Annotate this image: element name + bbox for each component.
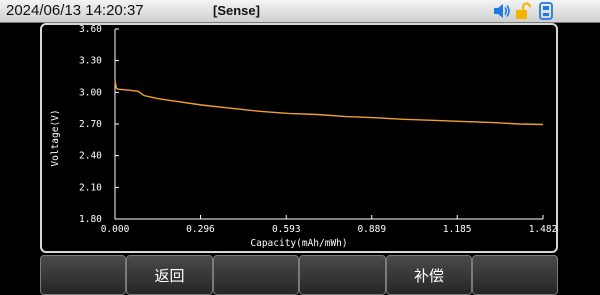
speaker-icon[interactable] — [492, 2, 510, 25]
unlock-icon[interactable] — [515, 2, 532, 25]
usb-icon[interactable] — [538, 2, 554, 25]
y-tick-label: 3.30 — [79, 56, 102, 67]
status-bar: 2024/06/13 14:20:37 [Sense] — [0, 0, 600, 23]
y-tick-label: 1.80 — [79, 214, 102, 225]
x-tick-label: 1.482 — [529, 224, 556, 235]
voltage-capacity-chart: 1.80 2.10 2.40 2.70 3.00 3.30 3.60 0.000 0.296 0.… — [50, 25, 556, 249]
return-button[interactable]: 返回 — [126, 255, 213, 295]
x-tick-label: 1.185 — [443, 224, 472, 235]
datetime-label: 2024/06/13 14:20:37 — [6, 2, 144, 19]
y-tick-label: 2.40 — [79, 151, 102, 162]
x-axis-label: Capacity(mAh/mWh) — [250, 238, 347, 249]
x-tick-label: 0.889 — [357, 224, 386, 235]
voltage-curve — [114, 80, 544, 126]
softkey-3[interactable] — [213, 255, 299, 295]
softkey-6[interactable] — [472, 255, 558, 295]
plot-panel: 1.80 2.10 2.40 2.70 3.00 3.30 3.60 0.000 0.296 0.… — [40, 23, 558, 253]
softkey-4[interactable] — [299, 255, 386, 295]
y-tick-label: 2.70 — [79, 119, 102, 130]
x-tick-label: 0.593 — [272, 224, 301, 235]
y-tick-label: 2.10 — [79, 182, 102, 193]
mode-label: [Sense] — [213, 3, 260, 18]
x-tick-label: 0.296 — [186, 224, 215, 235]
y-axis-label: Voltage(V) — [50, 109, 61, 166]
softkey-1[interactable] — [40, 255, 126, 295]
y-tick-label: 3.00 — [79, 87, 102, 98]
softkey-bar: 返回 补偿 — [40, 255, 558, 295]
y-tick-label: 3.60 — [79, 25, 102, 35]
x-tick-label: 0.000 — [101, 224, 130, 235]
compensation-button[interactable]: 补偿 — [386, 255, 472, 295]
